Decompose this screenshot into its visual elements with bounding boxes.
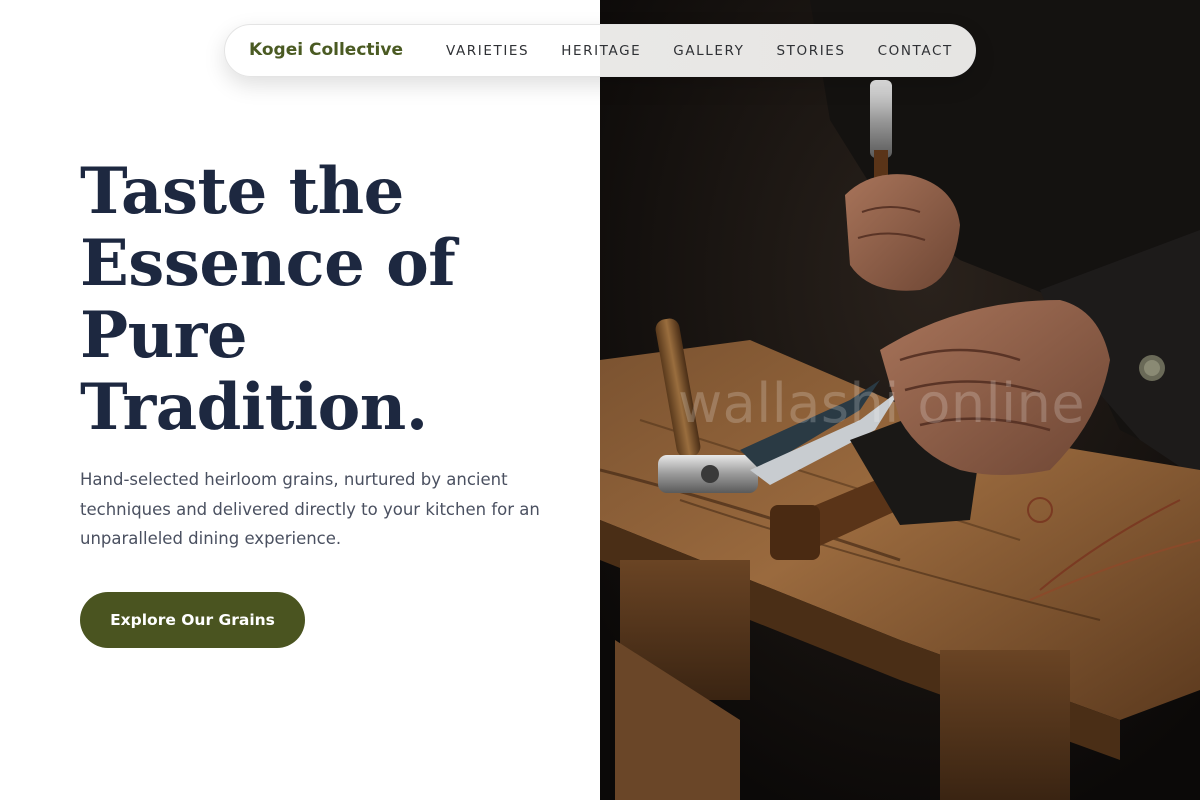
nav-link-contact[interactable]: CONTACT (878, 43, 953, 59)
nav-link-heritage[interactable]: HERITAGE (561, 43, 641, 59)
hero-title-line: Pure (80, 298, 248, 373)
hero-content-pane: Taste the Essence of Pure Tradition. Han… (0, 0, 600, 800)
nav-link-stories[interactable]: STORIES (777, 43, 846, 59)
hero-title-line: Essence of (80, 226, 456, 301)
hero-subtitle: Hand-selected heirloom grains, nurtured … (80, 470, 540, 548)
nav-links: VARIETIES HERITAGE GALLERY STORIES CONTA… (446, 43, 953, 59)
watermark-text: wallashi online (678, 372, 1086, 435)
top-navigation: Kogei Collective VARIETIES HERITAGE GALL… (224, 24, 976, 77)
nav-link-gallery[interactable]: GALLERY (673, 43, 744, 59)
hero-title-line: Tradition. (80, 370, 428, 445)
hero-title-line: Taste the (80, 154, 404, 229)
explore-grains-button[interactable]: Explore Our Grains (80, 592, 305, 648)
nav-link-varieties[interactable]: VARIETIES (446, 43, 529, 59)
hero-title: Taste the Essence of Pure Tradition. (80, 156, 580, 444)
brand-logo[interactable]: Kogei Collective (249, 40, 403, 60)
